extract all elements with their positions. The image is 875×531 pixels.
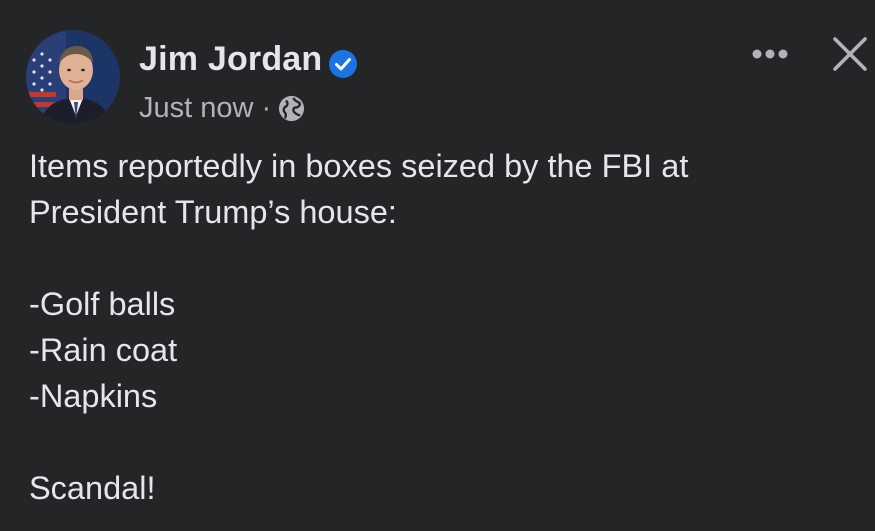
post-card: Jim Jordan Just now · Items reportedly i… (0, 0, 875, 531)
post-body: Items reportedly in boxes seized by the … (29, 143, 859, 511)
avatar-portrait (26, 30, 120, 124)
close-button[interactable] (826, 30, 874, 78)
list-item: -Golf balls (29, 286, 176, 322)
author-avatar[interactable] (26, 30, 120, 124)
post-text-line: Items reportedly in boxes seized by the … (29, 148, 689, 184)
more-options-button[interactable] (742, 34, 798, 74)
globe-icon[interactable] (277, 94, 306, 123)
list-item: -Napkins (29, 378, 158, 414)
post-closing-text: Scandal! (29, 470, 156, 506)
post-meta: Just now · (139, 90, 306, 126)
more-horizontal-icon (752, 49, 788, 59)
post-timestamp[interactable]: Just now (139, 92, 253, 125)
author-name[interactable]: Jim Jordan (139, 40, 322, 79)
meta-separator: · (261, 91, 272, 124)
post-text-line: President Trump’s house: (29, 194, 397, 230)
verified-badge-icon (329, 50, 357, 78)
list-item: -Rain coat (29, 332, 178, 368)
close-icon (833, 37, 867, 71)
